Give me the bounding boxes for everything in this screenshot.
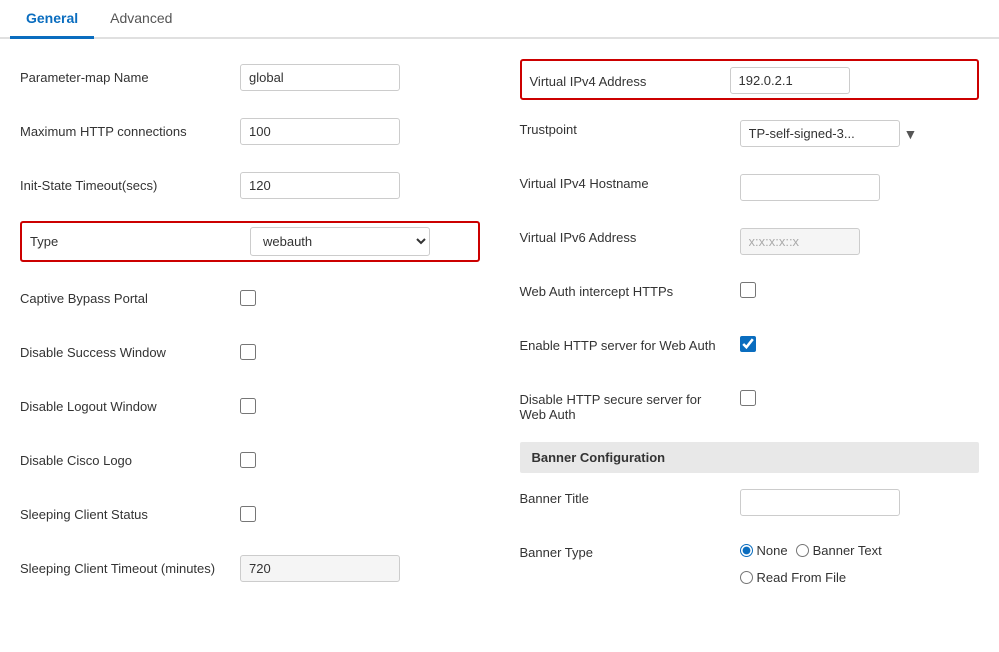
enable-http-server-control (740, 334, 980, 352)
type-label: Type (30, 234, 250, 249)
init-state-timeout-control (240, 172, 480, 199)
parameter-map-name-label: Parameter-map Name (20, 70, 240, 85)
type-select[interactable]: webauth consent authbypass (250, 227, 430, 256)
enable-http-server-checkbox[interactable] (740, 336, 756, 352)
virtual-ipv4-input[interactable] (730, 67, 850, 94)
banner-type-read-from-file-label: Read From File (757, 570, 847, 585)
captive-bypass-portal-checkbox[interactable] (240, 290, 256, 306)
type-row: Type webauth consent authbypass (20, 221, 480, 262)
virtual-ipv6-address-input[interactable] (740, 228, 860, 255)
disable-http-secure-row: Disable HTTP secure server for Web Auth (520, 388, 980, 424)
trustpoint-row: Trustpoint ▼ (520, 118, 980, 154)
banner-type-banner-text-radio[interactable] (796, 544, 809, 557)
banner-type-banner-text-item[interactable]: Banner Text (796, 543, 882, 558)
banner-type-none-radio[interactable] (740, 544, 753, 557)
virtual-ipv4-row: Virtual IPv4 Address (520, 59, 980, 100)
virtual-ipv6-address-control (740, 226, 980, 255)
banner-type-none-label: None (757, 543, 788, 558)
disable-http-secure-control (740, 388, 980, 406)
web-auth-intercept-https-row: Web Auth intercept HTTPs (520, 280, 980, 316)
sleeping-client-timeout-row: Sleeping Client Timeout (minutes) (20, 550, 480, 586)
virtual-ipv6-address-row: Virtual IPv6 Address (520, 226, 980, 262)
disable-http-secure-label: Disable HTTP secure server for Web Auth (520, 388, 740, 422)
virtual-ipv4-hostname-input[interactable] (740, 174, 880, 201)
disable-logout-window-control (240, 398, 480, 414)
virtual-ipv4-hostname-label: Virtual IPv4 Hostname (520, 172, 740, 191)
web-auth-intercept-https-checkbox[interactable] (740, 282, 756, 298)
init-state-timeout-row: Init-State Timeout(secs) (20, 167, 480, 203)
disable-success-window-checkbox[interactable] (240, 344, 256, 360)
max-http-connections-control (240, 118, 480, 145)
sleeping-client-timeout-control (240, 555, 480, 582)
sleeping-client-timeout-label: Sleeping Client Timeout (minutes) (20, 561, 240, 576)
init-state-timeout-input[interactable] (240, 172, 400, 199)
virtual-ipv4-control (730, 65, 970, 94)
sleeping-client-status-label: Sleeping Client Status (20, 507, 240, 522)
init-state-timeout-label: Init-State Timeout(secs) (20, 178, 240, 193)
banner-type-banner-text-label: Banner Text (813, 543, 882, 558)
sleeping-client-status-control (240, 506, 480, 522)
banner-title-row: Banner Title (520, 487, 980, 523)
disable-success-window-control (240, 344, 480, 360)
sleeping-client-timeout-input[interactable] (240, 555, 400, 582)
virtual-ipv4-hostname-control (740, 172, 980, 201)
tab-general[interactable]: General (10, 0, 94, 39)
disable-cisco-logo-row: Disable Cisco Logo (20, 442, 480, 478)
web-auth-intercept-https-control (740, 280, 980, 298)
web-auth-intercept-https-label: Web Auth intercept HTTPs (520, 280, 740, 299)
disable-success-window-row: Disable Success Window (20, 334, 480, 370)
banner-config-header: Banner Configuration (520, 442, 980, 473)
max-http-connections-label: Maximum HTTP connections (20, 124, 240, 139)
tab-advanced[interactable]: Advanced (94, 0, 188, 39)
disable-cisco-logo-control (240, 452, 480, 468)
parameter-map-name-input[interactable] (240, 64, 400, 91)
banner-type-radio-group: None Banner Text Read From File (740, 543, 980, 585)
left-panel: Parameter-map Name Maximum HTTP connecti… (20, 59, 480, 604)
trustpoint-control: ▼ (740, 118, 980, 147)
banner-type-label: Banner Type (520, 541, 740, 560)
disable-logout-window-checkbox[interactable] (240, 398, 256, 414)
banner-type-read-from-file-item[interactable]: Read From File (740, 570, 980, 585)
disable-http-secure-checkbox[interactable] (740, 390, 756, 406)
captive-bypass-portal-row: Captive Bypass Portal (20, 280, 480, 316)
enable-http-server-row: Enable HTTP server for Web Auth (520, 334, 980, 370)
banner-type-read-from-file-radio[interactable] (740, 571, 753, 584)
type-row-highlighted: Type webauth consent authbypass (20, 221, 480, 262)
tabs-container: General Advanced (0, 0, 999, 39)
disable-cisco-logo-label: Disable Cisco Logo (20, 453, 240, 468)
banner-title-label: Banner Title (520, 487, 740, 506)
banner-type-none-item[interactable]: None (740, 543, 788, 558)
disable-logout-window-label: Disable Logout Window (20, 399, 240, 414)
virtual-ipv4-hostname-row: Virtual IPv4 Hostname (520, 172, 980, 208)
banner-title-input[interactable] (740, 489, 900, 516)
virtual-ipv6-address-label: Virtual IPv6 Address (520, 226, 740, 245)
banner-type-row: Banner Type None Banner Text Read From F… (520, 541, 980, 585)
type-control: webauth consent authbypass (250, 227, 470, 256)
parameter-map-name-control (240, 64, 480, 91)
banner-type-control: None Banner Text Read From File (740, 541, 980, 585)
max-http-connections-input[interactable] (240, 118, 400, 145)
sleeping-client-status-checkbox[interactable] (240, 506, 256, 522)
enable-http-server-label: Enable HTTP server for Web Auth (520, 334, 740, 353)
sleeping-client-status-row: Sleeping Client Status (20, 496, 480, 532)
parameter-map-name-row: Parameter-map Name (20, 59, 480, 95)
captive-bypass-portal-control (240, 290, 480, 306)
right-panel: Virtual IPv4 Address Trustpoint ▼ Virtua… (520, 59, 980, 604)
trustpoint-input[interactable] (740, 120, 900, 147)
disable-cisco-logo-checkbox[interactable] (240, 452, 256, 468)
trustpoint-dropdown-arrow[interactable]: ▼ (904, 126, 918, 142)
virtual-ipv4-label: Virtual IPv4 Address (530, 70, 730, 89)
main-content: Parameter-map Name Maximum HTTP connecti… (0, 59, 999, 604)
trustpoint-label: Trustpoint (520, 118, 740, 137)
banner-title-control (740, 487, 980, 516)
disable-success-window-label: Disable Success Window (20, 345, 240, 360)
captive-bypass-portal-label: Captive Bypass Portal (20, 291, 240, 306)
max-http-connections-row: Maximum HTTP connections (20, 113, 480, 149)
disable-logout-window-row: Disable Logout Window (20, 388, 480, 424)
